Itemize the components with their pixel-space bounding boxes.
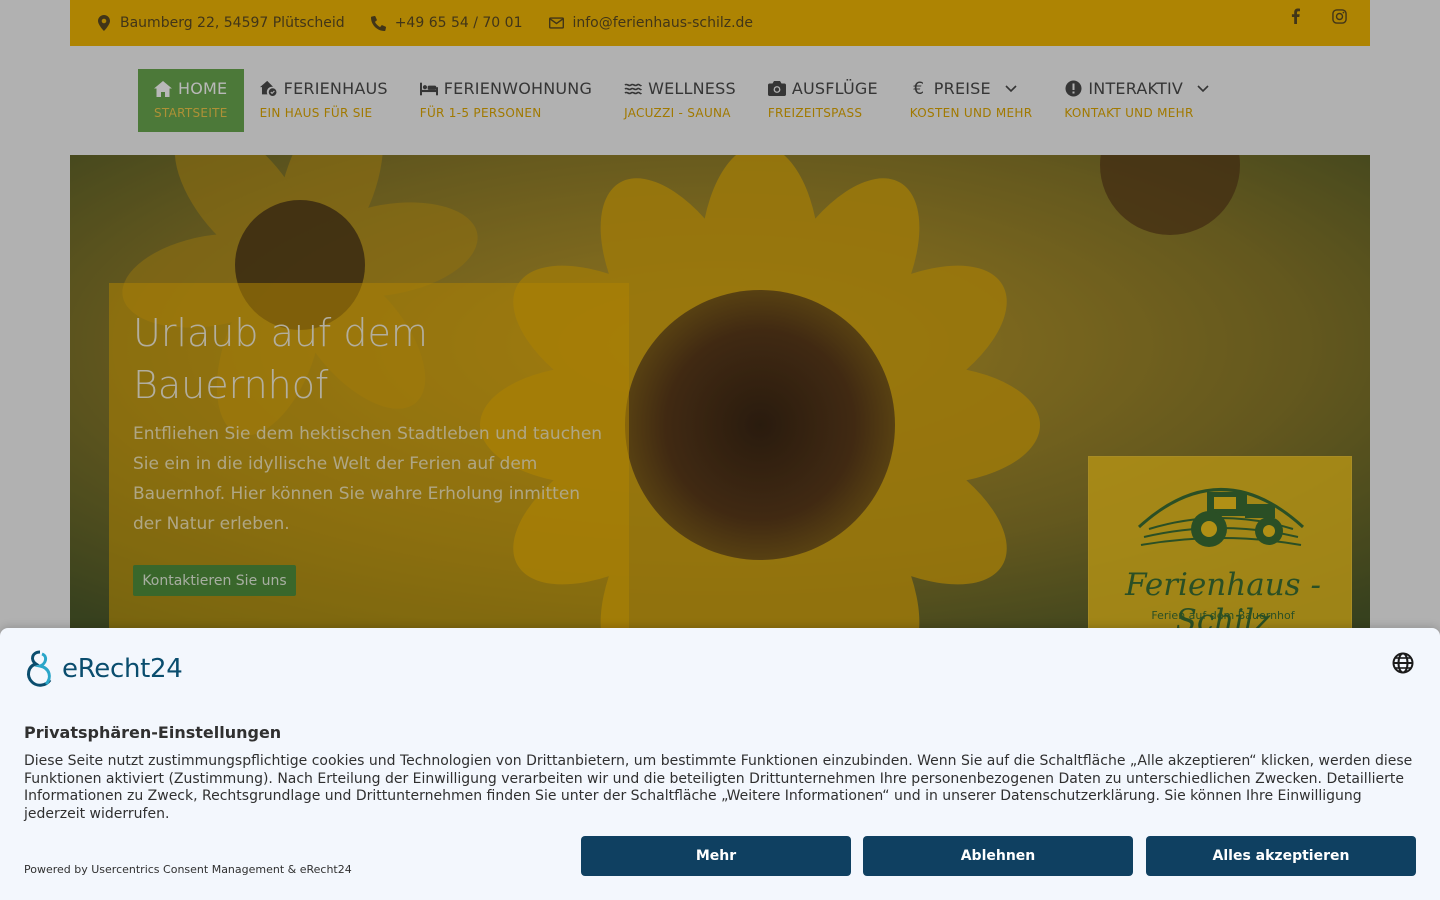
main-navigation: HOME STARTSEITE FERIENHAUS EIN HAUS FÜR … bbox=[138, 69, 1225, 132]
hero-section: Urlaub auf dem Bauernhof Entfliehen Sie … bbox=[70, 155, 1370, 630]
phone-info[interactable]: +49 65 54 / 70 01 bbox=[371, 15, 523, 31]
email-info[interactable]: info@ferienhaus-schilz.de bbox=[548, 15, 753, 31]
powered-by-text: Powered by Usercentrics Consent Manageme… bbox=[24, 863, 352, 876]
accept-all-button[interactable]: Alles akzeptieren bbox=[1146, 836, 1416, 876]
nav-label-preise: PREISE bbox=[933, 79, 991, 98]
nav-item-home[interactable]: HOME STARTSEITE bbox=[138, 69, 244, 132]
decline-button[interactable]: Ablehnen bbox=[863, 836, 1133, 876]
phone-icon bbox=[371, 15, 387, 31]
more-button[interactable]: Mehr bbox=[581, 836, 851, 876]
top-contact-bar: Baumberg 22, 54597 Plütscheid +49 65 54 … bbox=[70, 0, 1370, 46]
nav-item-wellness[interactable]: WELLNESS JACUZZI - SAUNA bbox=[608, 69, 752, 132]
page: Baumberg 22, 54597 Plütscheid +49 65 54 … bbox=[0, 0, 1440, 900]
envelope-icon bbox=[548, 15, 564, 31]
alert-circle-icon bbox=[1064, 80, 1082, 98]
address-info: Baumberg 22, 54597 Plütscheid bbox=[96, 15, 345, 31]
facebook-icon[interactable] bbox=[1286, 6, 1304, 26]
nav-sub-ferienhaus: EIN HAUS FÜR SIE bbox=[259, 106, 373, 120]
instagram-icon[interactable] bbox=[1330, 6, 1348, 26]
nav-sub-ferienwohnung: FÜR 1-5 PERSONEN bbox=[419, 106, 542, 120]
phone-text: +49 65 54 / 70 01 bbox=[394, 15, 523, 31]
bed-icon bbox=[419, 80, 438, 98]
nav-label-wellness: WELLNESS bbox=[648, 79, 736, 98]
farm-logo: Ferienhaus - Schilz Ferien auf dem Bauer… bbox=[1088, 456, 1352, 630]
logo-subtitle: Ferien auf dem Bauernhof bbox=[1151, 609, 1295, 622]
tractor-logo-icon bbox=[1137, 488, 1305, 547]
waves-icon bbox=[624, 80, 642, 98]
nav-sub-preise: KOSTEN UND MEHR bbox=[909, 106, 1033, 120]
social-links bbox=[1286, 6, 1348, 26]
house-check-icon bbox=[259, 80, 278, 98]
camera-icon bbox=[767, 80, 786, 98]
hero-title: Urlaub auf dem Bauernhof bbox=[133, 311, 428, 407]
nav-label-interaktiv: INTERAKTIV bbox=[1088, 79, 1184, 98]
map-pin-icon bbox=[96, 15, 112, 31]
nav-sub-interaktiv: KONTAKT UND MEHR bbox=[1064, 106, 1194, 120]
nav-label-ferienhaus: FERIENHAUS bbox=[283, 79, 388, 98]
nav-sub-home: STARTSEITE bbox=[154, 106, 228, 120]
nav-label-home: HOME bbox=[178, 79, 228, 98]
euro-icon: € bbox=[913, 78, 925, 99]
email-text: info@ferienhaus-schilz.de bbox=[572, 15, 754, 31]
nav-item-ausfluege[interactable]: AUSFLÜGE FREIZEITSPASS bbox=[752, 69, 894, 132]
brand-text: eRecht24 bbox=[62, 654, 183, 684]
nav-item-interaktiv[interactable]: INTERAKTIV KONTAKT UND MEHR bbox=[1048, 69, 1225, 132]
globe-icon[interactable] bbox=[1392, 652, 1416, 676]
cookie-consent-banner: eRecht24 Privatsphären-Einstellungen Die… bbox=[0, 628, 1440, 900]
hero-description: Entfliehen Sie dem hektischen Stadtleben… bbox=[133, 424, 603, 534]
nav-item-ferienwohnung[interactable]: FERIENWOHNUNG FÜR 1-5 PERSONEN bbox=[404, 69, 608, 132]
chevron-down-icon[interactable] bbox=[1197, 84, 1209, 93]
nav-label-ausfluege: AUSFLÜGE bbox=[791, 79, 878, 98]
consent-description: Diese Seite nutzt zustimmungspflichtige … bbox=[24, 753, 1413, 822]
chevron-down-icon[interactable] bbox=[1005, 84, 1017, 93]
contact-button[interactable]: Kontaktieren Sie uns bbox=[133, 565, 296, 596]
erecht24-icon bbox=[27, 650, 52, 687]
consent-title: Privatsphären-Einstellungen bbox=[24, 723, 282, 742]
nav-item-preise[interactable]: € PREISE KOSTEN UND MEHR bbox=[894, 69, 1049, 132]
nav-label-ferienwohnung: FERIENWOHNUNG bbox=[443, 79, 593, 98]
nav-sub-wellness: JACUZZI - SAUNA bbox=[624, 106, 731, 120]
erecht24-logo: eRecht24 bbox=[24, 650, 183, 688]
address-text: Baumberg 22, 54597 Plütscheid bbox=[120, 15, 345, 31]
nav-sub-ausfluege: FREIZEITSPASS bbox=[767, 106, 863, 120]
nav-item-ferienhaus[interactable]: FERIENHAUS EIN HAUS FÜR SIE bbox=[244, 69, 404, 132]
home-icon bbox=[154, 80, 172, 98]
